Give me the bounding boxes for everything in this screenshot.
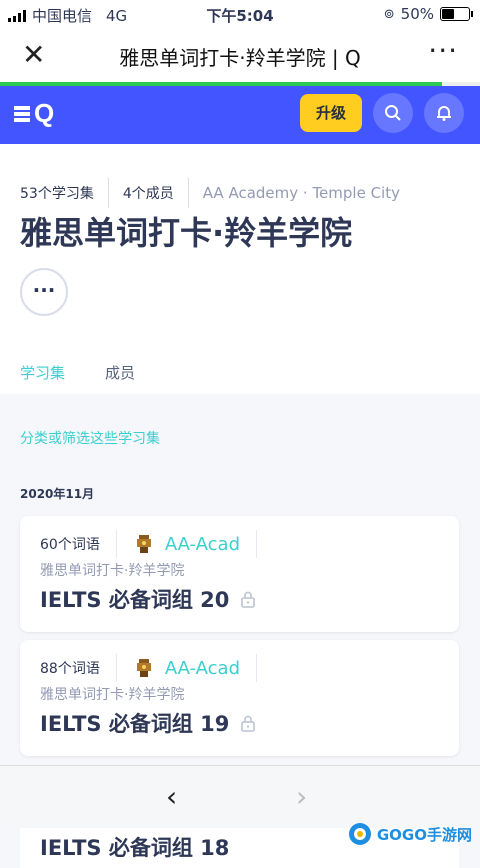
class-title: 雅思单词打卡·羚羊学院 bbox=[20, 214, 353, 252]
set-title: IELTS 必备词组 18 bbox=[40, 836, 230, 860]
watermark: GOGO手游网 bbox=[347, 818, 472, 850]
battery-label: 50% bbox=[400, 5, 434, 23]
lock-icon bbox=[241, 715, 256, 732]
creator-link[interactable]: AA-Acad bbox=[165, 658, 240, 679]
tab-members[interactable]: 成员 bbox=[105, 362, 135, 383]
status-bar: 中国电信 4G 下午5:04 ⊚ 50% bbox=[0, 0, 480, 28]
gogo-logo-icon bbox=[348, 823, 371, 845]
study-set-card[interactable]: 60个词语 AA-Acad 雅思单词打卡·羚羊学院 IELTS 必备词组 20 bbox=[20, 516, 459, 632]
set-title: IELTS 必备词组 20 bbox=[40, 588, 230, 612]
study-set-card[interactable]: 88个词语 AA-Acad 雅思单词打卡·羚羊学院 IELTS 必备词组 19 bbox=[20, 640, 459, 756]
creator-avatar-icon bbox=[136, 535, 151, 553]
set-count: 53个学习集 bbox=[20, 186, 94, 202]
battery-icon bbox=[440, 7, 473, 21]
member-count: 4个成员 bbox=[122, 186, 174, 202]
lock-icon bbox=[241, 591, 256, 608]
creator-link[interactable]: AA-Acad bbox=[165, 534, 240, 555]
month-heading: 2020年11月 bbox=[20, 487, 95, 501]
upgrade-button[interactable]: 升级 bbox=[300, 94, 362, 132]
close-icon[interactable]: ✕ bbox=[22, 38, 45, 71]
app-navbar: Q 升级 bbox=[0, 86, 480, 144]
set-class-name: 雅思单词打卡·羚羊学院 bbox=[40, 563, 185, 579]
class-header: 53个学习集 4个成员 AA Academy · Temple City 雅思单… bbox=[0, 144, 480, 394]
tab-sets[interactable]: 学习集 bbox=[20, 362, 65, 383]
search-icon[interactable] bbox=[373, 93, 413, 133]
back-button[interactable]: ‹ bbox=[166, 780, 177, 813]
quizlet-logo[interactable]: Q bbox=[14, 98, 54, 129]
term-count: 88个词语 bbox=[40, 661, 100, 677]
rotation-lock-icon: ⊚ bbox=[383, 6, 395, 22]
set-title: IELTS 必备词组 19 bbox=[40, 712, 230, 736]
forward-button[interactable]: › bbox=[296, 780, 307, 813]
webview-titlebar: ✕ 雅思单词打卡·羚羊学院 | Q ··· bbox=[0, 28, 480, 82]
organization-link[interactable]: AA Academy · Temple City bbox=[203, 184, 400, 202]
more-options-button[interactable]: ··· bbox=[20, 268, 68, 316]
bell-icon[interactable] bbox=[424, 93, 464, 133]
webview-title: 雅思单词打卡·羚羊学院 | Q bbox=[119, 46, 361, 70]
term-count: 60个词语 bbox=[40, 537, 100, 553]
more-menu-icon[interactable]: ··· bbox=[428, 34, 458, 67]
set-class-name: 雅思单词打卡·羚羊学院 bbox=[40, 687, 185, 703]
filter-link[interactable]: 分类或筛选这些学习集 bbox=[20, 428, 160, 448]
creator-avatar-icon bbox=[136, 659, 151, 677]
